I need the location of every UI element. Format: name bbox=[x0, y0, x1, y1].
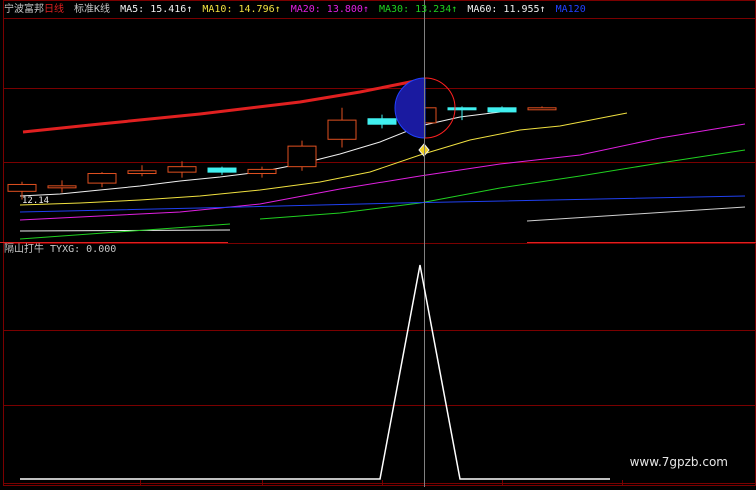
candle-body-4 bbox=[167, 166, 197, 173]
candle-body-7 bbox=[287, 145, 317, 168]
candle-body-5 bbox=[207, 167, 237, 173]
tyxg-value: TYXG: 0.000 bbox=[50, 244, 117, 255]
low-price-label: 12.14 bbox=[22, 196, 49, 206]
ma-line-ma120 bbox=[22, 78, 421, 134]
ma10-value: MA10: 14.796↑ bbox=[202, 4, 281, 15]
ma-line-ma60 bbox=[19, 195, 746, 213]
template-label: 标准K线 bbox=[74, 4, 111, 15]
sub-title: 隔山打牛 bbox=[4, 244, 44, 255]
watermark: www.7gpzb.com bbox=[629, 455, 728, 469]
candle-body-8 bbox=[327, 119, 357, 140]
ma-line-ma30 bbox=[259, 149, 746, 220]
chart-stage: 12.14 宁波富邦日线 标准K线 MA5: 15.416↑ MA10: 14.… bbox=[0, 0, 756, 487]
ma120-value: MA120 bbox=[555, 4, 586, 15]
candle-body-12 bbox=[487, 107, 517, 113]
candle-body-9 bbox=[367, 118, 397, 125]
candle-body-1 bbox=[47, 185, 77, 189]
candle-body-3 bbox=[127, 170, 157, 175]
stock-name: 宁波富邦 bbox=[4, 4, 44, 15]
ma5-value: MA5: 15.416↑ bbox=[120, 4, 193, 15]
candle-body-11 bbox=[447, 107, 477, 111]
signal-half-circle bbox=[394, 77, 426, 139]
ma-line-ma10 bbox=[19, 112, 628, 206]
ma20-value: MA20: 13.800↑ bbox=[290, 4, 369, 15]
candle-body-6 bbox=[247, 168, 277, 175]
ma60-value: MA60: 11.955↑ bbox=[467, 4, 546, 15]
ma30-value: MA30: 13.234↑ bbox=[379, 4, 458, 15]
line-green-left bbox=[19, 223, 231, 240]
line-white-right bbox=[526, 206, 746, 222]
line-white-base bbox=[19, 229, 231, 232]
candle-body-13 bbox=[527, 107, 557, 111]
period-label[interactable]: 日线 bbox=[44, 4, 64, 15]
candle-body-2 bbox=[87, 173, 117, 184]
sub-header: 隔山打牛 TYXG: 0.000 bbox=[4, 243, 116, 257]
main-header: 宁波富邦日线 标准K线 MA5: 15.416↑ MA10: 14.796↑ M… bbox=[4, 3, 590, 17]
tyxg-line bbox=[20, 264, 610, 480]
candle-body-0 bbox=[7, 183, 37, 192]
